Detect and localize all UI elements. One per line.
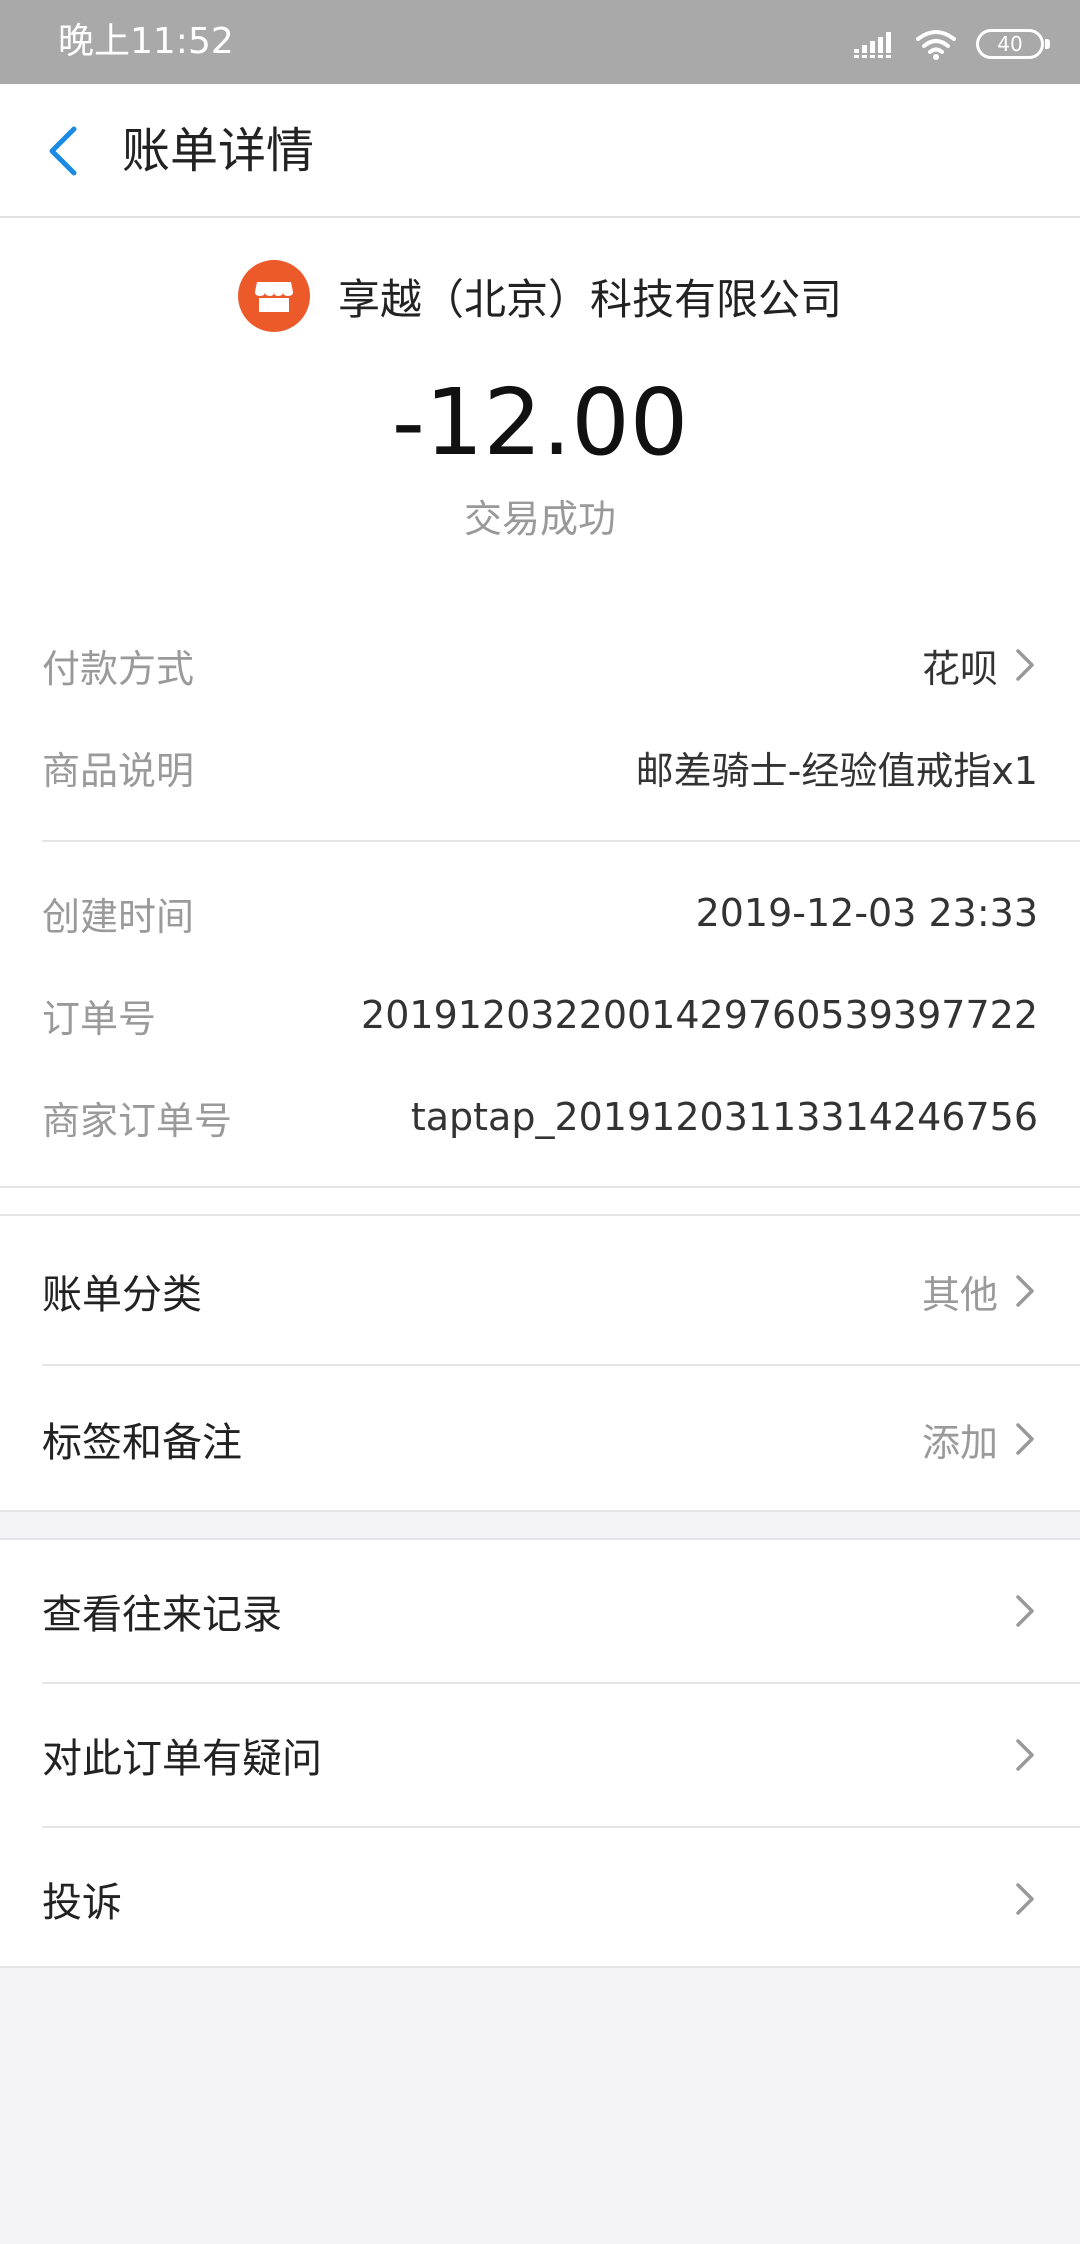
list-item-bill-category[interactable]: 账单分类 其他 (42, 1256, 1038, 1326)
store-icon (237, 260, 310, 332)
status-time: 晚上11:52 (58, 21, 234, 62)
detail-row-payment-method[interactable]: 付款方式 花呗 (42, 630, 1038, 700)
action-section: 查看往来记录 对此订单有疑问 投诉 (0, 1538, 1080, 1968)
signal-icon (854, 32, 891, 58)
status-bar: 晚上11:52 40 (0, 0, 1080, 84)
transaction-amount: -12.00 (391, 369, 689, 476)
divider (42, 1682, 1080, 1684)
back-button[interactable] (28, 116, 98, 186)
detail-label: 商品说明 (42, 748, 195, 793)
detail-value: 花呗 (921, 646, 998, 691)
chevron-right-icon (1016, 1275, 1034, 1307)
list-label: 对此订单有疑问 (42, 1736, 322, 1782)
back-arrow-icon (49, 126, 77, 176)
detail-label: 创建时间 (42, 894, 195, 939)
chevron-right-icon (1016, 1883, 1034, 1915)
list-label: 账单分类 (42, 1272, 202, 1318)
detail-value: taptap_20191203113314246756 (410, 1095, 1038, 1139)
list-label: 投诉 (42, 1880, 122, 1926)
detail-row-created-time: 创建时间 2019-12-03 23:33 (42, 878, 1038, 948)
chevron-right-icon (1016, 1739, 1034, 1771)
detail-value: 2019120322001429760539397722 (361, 993, 1038, 1037)
bill-summary: 享越（北京）科技有限公司 -12.00 交易成功 付款方式 花呗 商品说明 邮差… (0, 218, 1080, 1218)
list-item-tags-notes[interactable]: 标签和备注 添加 (42, 1404, 1038, 1474)
divider (42, 1364, 1080, 1366)
list-item-order-question[interactable]: 对此订单有疑问 (42, 1710, 1038, 1800)
detail-value: 2019-12-03 23:33 (695, 891, 1038, 935)
merchant-row: 享越（北京）科技有限公司 (0, 258, 1080, 334)
detail-value: 邮差骑士-经验值戒指x1 (635, 748, 1038, 793)
detail-row-product: 商品说明 邮差骑士-经验值戒指x1 (42, 732, 1038, 802)
page-title: 账单详情 (122, 123, 315, 179)
detail-row-order-number: 订单号 2019120322001429760539397722 (42, 980, 1038, 1050)
chevron-right-icon (1016, 1595, 1034, 1627)
list-item-view-history[interactable]: 查看往来记录 (42, 1566, 1038, 1656)
wifi-icon (916, 30, 956, 60)
transaction-status: 交易成功 (463, 497, 616, 541)
list-value: 添加 (921, 1420, 998, 1465)
chevron-right-icon (1016, 649, 1034, 681)
detail-label: 付款方式 (42, 646, 195, 691)
chevron-right-icon (1016, 1423, 1034, 1455)
list-label: 查看往来记录 (42, 1592, 282, 1638)
merchant-name: 享越（北京）科技有限公司 (337, 274, 842, 324)
nav-bar: 账单详情 (0, 84, 1080, 218)
divider (0, 1186, 1080, 1188)
divider (42, 1826, 1080, 1828)
list-label: 标签和备注 (42, 1420, 242, 1466)
list-item-complaint[interactable]: 投诉 (42, 1854, 1038, 1944)
battery-icon: 40 (976, 29, 1050, 59)
divider (42, 840, 1080, 842)
detail-label: 订单号 (42, 996, 157, 1041)
list-value: 其他 (921, 1272, 998, 1317)
detail-label: 商家订单号 (42, 1098, 233, 1143)
detail-row-merchant-order-number: 商家订单号 taptap_20191203113314246756 (42, 1082, 1038, 1152)
status-icons: 40 (854, 24, 1050, 64)
category-section: 账单分类 其他 标签和备注 添加 (0, 1214, 1080, 1512)
